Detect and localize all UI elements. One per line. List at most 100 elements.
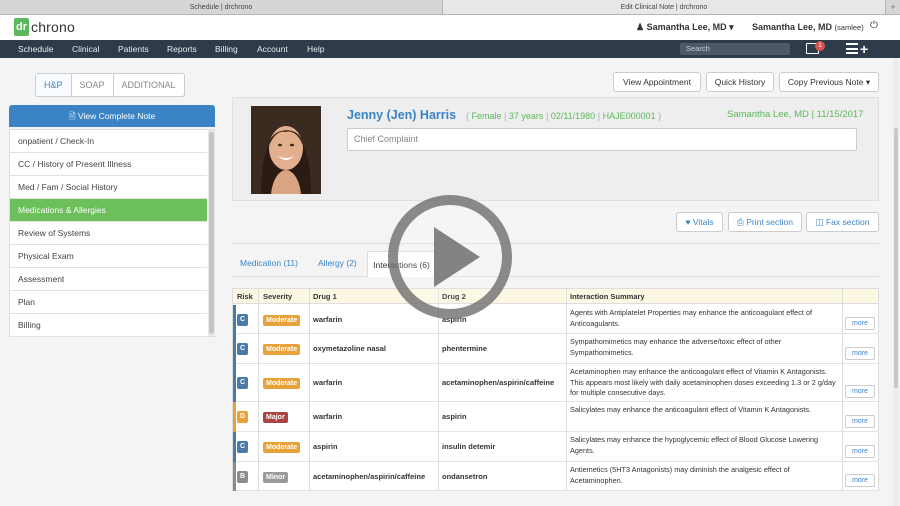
sidebar-scrollbar[interactable] [208, 130, 215, 336]
logged-in-user-name: Samantha Lee, MD [752, 22, 833, 32]
sidebar-item-medications-allergies[interactable]: Medications & Allergies [10, 199, 207, 222]
sidebar-item-checkin[interactable]: onpatient / Check-In [10, 130, 207, 153]
column-divider [566, 289, 567, 490]
risk-badge: C [237, 343, 248, 355]
sidebar-item-social-history[interactable]: Med / Fam / Social History [10, 176, 207, 199]
drug2-cell: insulin detemir [442, 442, 496, 451]
page-scrollbar[interactable] [893, 58, 899, 506]
patient-name[interactable]: Jenny (Jen) Harris [347, 108, 456, 122]
view-appointment-button[interactable]: View Appointment [613, 72, 701, 92]
interaction-summary-cell: Acetaminophen may enhance the anticoagul… [570, 367, 836, 397]
user-menu-label: Samantha Lee, MD [646, 22, 727, 32]
tab-underline [232, 276, 879, 277]
vitals-label: Vitals [692, 217, 714, 227]
chief-complaint-input[interactable]: Chief Complaint [347, 128, 857, 151]
nav-patients[interactable]: Patients [118, 40, 149, 58]
column-divider [258, 289, 259, 490]
table-row: C Moderate warfarin aspirin Agents with Anti… [233, 305, 878, 334]
nav-account[interactable]: Account [257, 40, 288, 58]
chevron-down-icon: ▾ [729, 22, 734, 32]
patient-demographics: ( Female | 37 years | 02/11/1980 | HAJE0… [466, 111, 662, 121]
nav-reports[interactable]: Reports [167, 40, 197, 58]
risk-stripe [233, 364, 236, 402]
copy-previous-note-button[interactable]: Copy Previous Note ▾ [779, 72, 879, 92]
browser-tab-clinical-note[interactable]: Edit Clinical Note | drchrono [443, 0, 886, 14]
browser-tab-schedule[interactable]: Schedule | drchrono [0, 0, 443, 14]
more-button[interactable]: more [845, 415, 875, 428]
patient-id: HAJE000001 [602, 111, 656, 121]
main-nav: Schedule Clinical Patients Reports Billi… [0, 40, 900, 58]
risk-stripe [233, 305, 236, 334]
tab-hp[interactable]: H&P [36, 74, 72, 96]
header-severity: Severity [263, 292, 293, 301]
more-button[interactable]: more [845, 445, 875, 458]
add-icon[interactable]: + [860, 40, 868, 58]
header-summary: Interaction Summary [570, 292, 645, 301]
patient-header-panel: Jenny (Jen) Harris ( Female | 37 years |… [232, 97, 879, 201]
sidebar-item-physical-exam[interactable]: Physical Exam [10, 245, 207, 268]
interactions-table: Risk Severity Drug 1 Drug 2 Interaction … [232, 288, 879, 491]
note-provider-date: Samantha Lee, MD | 11/15/2017 [727, 109, 864, 120]
page-scroll-thumb[interactable] [894, 128, 898, 388]
drug1-cell: oxymetazoline nasal [313, 344, 386, 353]
chevron-down-icon: ▾ [865, 77, 871, 87]
quick-history-button[interactable]: Quick History [706, 72, 774, 92]
more-button[interactable]: more [845, 347, 875, 360]
nav-schedule[interactable]: Schedule [18, 40, 53, 58]
patient-photo [251, 106, 321, 194]
sidebar-item-assessment[interactable]: Assessment [10, 268, 207, 291]
menu-icon[interactable] [846, 43, 858, 57]
tab-additional[interactable]: ADDITIONAL [114, 74, 184, 96]
tab-medication[interactable]: Medication (11) [240, 258, 298, 268]
table-row: C Moderate aspirin insulin detemir Salicylat… [233, 432, 878, 462]
nav-help[interactable]: Help [307, 40, 324, 58]
logged-in-user-handle: (samlee) [834, 23, 864, 32]
header-risk: Risk [237, 292, 253, 301]
table-row: C Moderate warfarin acetaminophen/aspirin/c… [233, 364, 878, 402]
more-button[interactable]: more [845, 385, 875, 398]
search-input[interactable]: Search [680, 43, 790, 55]
drug2-cell: ondansetron [442, 472, 488, 481]
drug1-cell: acetaminophen/aspirin/caffeine [313, 472, 426, 481]
drug1-cell: warfarin [313, 412, 343, 421]
fax-section-button[interactable]: ◫ Fax section [806, 212, 879, 232]
tab-allergy[interactable]: Allergy (2) [318, 258, 357, 268]
interaction-summary-cell: Sympathomimetics may enhance the adverse… [570, 337, 782, 357]
print-icon: ⎙ [737, 217, 744, 227]
sidebar-item-cc-hpi[interactable]: CC / History of Present Illness [10, 153, 207, 176]
severity-badge: Minor [263, 472, 289, 483]
play-video-icon[interactable] [386, 193, 514, 321]
vitals-button[interactable]: ♥ Vitals [676, 212, 723, 232]
more-button[interactable]: more [845, 474, 875, 487]
sidebar-scroll-thumb[interactable] [209, 132, 214, 334]
nav-clinical[interactable]: Clinical [72, 40, 99, 58]
more-button[interactable]: more [845, 317, 875, 330]
column-divider [842, 289, 843, 490]
drug1-cell: warfarin [313, 378, 343, 387]
logo-mark: dr [14, 18, 29, 36]
logged-in-user: Samantha Lee, MD (samlee) [752, 22, 864, 32]
sidebar-item-review-of-systems[interactable]: Review of Systems [10, 222, 207, 245]
print-section-button[interactable]: ⎙ Print section [728, 212, 802, 232]
logo-text: chrono [31, 19, 76, 35]
patient-dob: 02/11/1980 [550, 111, 596, 121]
sidebar-item-billing[interactable]: Billing [10, 314, 207, 337]
view-complete-note-button[interactable]: 🗎 View Complete Note [9, 105, 215, 127]
table-row: B Minor acetaminophen/aspirin/caffeine onda… [233, 462, 878, 491]
sidebar-item-plan[interactable]: Plan [10, 291, 207, 314]
provider-name: Samantha Lee, MD [727, 109, 809, 120]
power-icon[interactable]: ⏻ [870, 20, 878, 31]
user-menu-dropdown[interactable]: ♟ Samantha Lee, MD ▾ [636, 22, 734, 33]
drchrono-logo[interactable]: dr chrono [14, 18, 75, 36]
interaction-summary-cell: Salicylates may enhance the anticoagulan… [570, 405, 812, 414]
app-header: dr chrono ♟ Samantha Lee, MD ▾ Samantha … [0, 15, 900, 40]
interaction-summary-cell: Salicylates may enhance the hypoglycemic… [570, 435, 819, 455]
fax-section-label: Fax section [825, 217, 870, 227]
new-tab-button[interactable]: + [886, 0, 900, 14]
drug2-cell: phentermine [442, 344, 488, 353]
tab-soap[interactable]: SOAP [72, 74, 114, 96]
nav-billing[interactable]: Billing [215, 40, 238, 58]
drug2-cell: aspirin [442, 412, 467, 421]
severity-badge: Moderate [263, 378, 301, 389]
divider [232, 243, 879, 244]
